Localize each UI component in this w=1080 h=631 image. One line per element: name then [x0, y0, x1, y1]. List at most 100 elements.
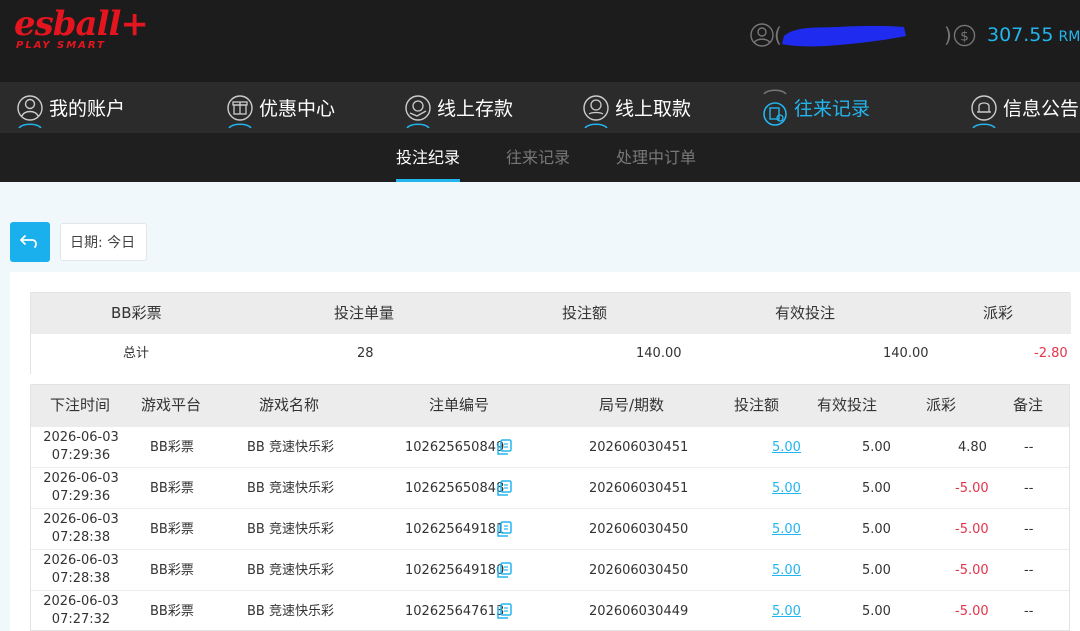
nav-item-deposit[interactable]: 线上存款: [403, 82, 513, 133]
tab-transactions[interactable]: 往来记录: [506, 133, 570, 182]
table-row: 2026-06-03 07:29:36 BB彩票 BB 竞速快乐彩 1026256…: [31, 467, 1069, 509]
nav-item-announcements[interactable]: 信息公告: [969, 82, 1079, 133]
nav-label: 线上取款: [615, 98, 692, 120]
col-order-id: 注单编号: [429, 396, 490, 414]
row-order-id: 102625649181: [405, 522, 505, 537]
row-payout: -5.00: [955, 563, 989, 578]
row-platform: BB彩票: [150, 604, 194, 619]
row-platform: BB彩票: [150, 563, 194, 578]
back-button[interactable]: [10, 222, 50, 262]
row-clock: 07:27:32: [51, 612, 111, 627]
back-arrow-icon: [20, 235, 37, 248]
row-time: 2026-06-03 07:28:38: [31, 511, 131, 547]
row-clock: 07:29:36: [51, 448, 111, 463]
summary-total-row: 总计 28 140.00 140.00 -2.80: [31, 334, 1071, 374]
row-note: --: [1024, 563, 1034, 578]
date-filter[interactable]: 日期: 今日: [60, 223, 147, 261]
table-row: 2026-06-03 07:27:32 BB彩票 BB 竞速快乐彩 1026256…: [31, 590, 1069, 630]
nav-label: 我的账户: [49, 98, 126, 120]
col-game-name: 游戏名称: [259, 396, 320, 414]
row-note: --: [1024, 440, 1034, 455]
logo-wordmark: esball+: [14, 4, 149, 44]
row-order-id: 102625650848: [405, 481, 505, 496]
table-row: 2026-06-03 07:29:36 BB彩票 BB 竞速快乐彩 1026256…: [31, 426, 1069, 468]
esball-logo[interactable]: esball+ PLAY SMART: [14, 4, 149, 54]
nav-item-promotions[interactable]: 优惠中心: [225, 82, 335, 133]
nav-item-records[interactable]: 往来记录: [760, 82, 870, 133]
tab-pending-orders[interactable]: 处理中订单: [616, 133, 696, 182]
row-note: --: [1024, 604, 1034, 619]
summary-total-valid: 140.00: [883, 346, 929, 361]
row-payout: -5.00: [955, 604, 989, 619]
row-clock: 07:29:36: [51, 489, 111, 504]
row-platform: BB彩票: [150, 481, 194, 496]
username-redacted: [782, 25, 906, 47]
summary-table: BB彩票 投注单量 投注额 有效投注 派彩 总计 28 140.00 140.0…: [30, 292, 1071, 374]
row-platform: BB彩票: [150, 440, 194, 455]
summary-total-count: 28: [357, 346, 374, 361]
nav-label: 信息公告: [1003, 98, 1080, 120]
row-payout: 4.80: [958, 440, 987, 455]
row-date: 2026-06-03: [43, 471, 119, 486]
summary-col-payout: 派彩: [983, 304, 1014, 322]
balance-display: 307.55RMB: [987, 22, 1080, 50]
row-time: 2026-06-03 07:29:36: [31, 429, 131, 465]
row-bet-link[interactable]: 5.00: [772, 427, 801, 468]
nav-label: 优惠中心: [259, 98, 336, 120]
logo-tagline: PLAY SMART: [16, 40, 106, 51]
row-bet-link[interactable]: 5.00: [772, 591, 801, 630]
tab-bet-records[interactable]: 投注纪录: [396, 133, 461, 182]
summary-col-platform: BB彩票: [111, 304, 162, 322]
row-clock: 07:28:38: [51, 571, 111, 586]
row-platform: BB彩票: [150, 522, 194, 537]
sub-nav: 投注纪录 往来记录 处理中订单: [0, 133, 1080, 182]
row-order-id: 102625650849: [405, 440, 505, 455]
col-round: 局号/期数: [599, 396, 665, 414]
row-valid: 5.00: [862, 522, 891, 537]
row-note: --: [1024, 481, 1034, 496]
row-round: 202606030449: [589, 604, 689, 619]
col-note: 备注: [1013, 396, 1044, 414]
table-row: 2026-06-03 07:28:38 BB彩票 BB 竞速快乐彩 1026256…: [31, 508, 1069, 550]
records-icon: [760, 88, 790, 128]
nav-item-my-account[interactable]: 我的账户: [15, 82, 125, 133]
summary-col-count: 投注单量: [334, 304, 395, 322]
row-bet-link[interactable]: 5.00: [772, 509, 801, 550]
row-time: 2026-06-03 07:27:32: [31, 593, 131, 629]
user-avatar-icon[interactable]: [750, 23, 774, 47]
row-order-id: 102625649180: [405, 563, 505, 578]
row-round: 202606030451: [589, 481, 689, 496]
copy-icon[interactable]: [497, 439, 512, 455]
summary-total-payout: -2.80: [1034, 346, 1068, 361]
gift-icon: [225, 88, 255, 128]
row-clock: 07:28:38: [51, 530, 111, 545]
withdraw-icon: [581, 88, 611, 128]
svg-text:$: $: [960, 29, 969, 44]
nav-item-withdraw[interactable]: 线上取款: [581, 82, 691, 133]
col-platform: 游戏平台: [141, 396, 202, 414]
copy-icon[interactable]: [497, 603, 512, 619]
copy-icon[interactable]: [497, 562, 512, 578]
top-bar: esball+ PLAY SMART ( ) $ 307.55RMB: [0, 0, 1080, 82]
summary-col-valid: 有效投注: [775, 304, 836, 322]
row-time: 2026-06-03 07:29:36: [31, 470, 131, 506]
row-game: BB 竞速快乐彩: [247, 604, 334, 619]
row-bet-link[interactable]: 5.00: [772, 550, 801, 591]
nav-label: 往来记录: [794, 98, 871, 120]
row-game: BB 竞速快乐彩: [247, 481, 334, 496]
balance-amount: 307.55: [987, 24, 1054, 46]
row-date: 2026-06-03: [43, 594, 119, 609]
row-order-id: 102625647613: [405, 604, 505, 619]
user-icon: [15, 88, 45, 128]
copy-icon[interactable]: [497, 521, 512, 537]
balance-currency: RMB: [1058, 29, 1080, 45]
row-payout: -5.00: [955, 481, 989, 496]
row-note: --: [1024, 522, 1034, 537]
col-valid: 有效投注: [817, 396, 878, 414]
row-valid: 5.00: [862, 604, 891, 619]
table-row: 2026-06-03 07:28:38 BB彩票 BB 竞速快乐彩 1026256…: [31, 549, 1069, 591]
row-round: 202606030451: [589, 440, 689, 455]
copy-icon[interactable]: [497, 480, 512, 496]
row-bet-link[interactable]: 5.00: [772, 468, 801, 509]
row-date: 2026-06-03: [43, 430, 119, 445]
